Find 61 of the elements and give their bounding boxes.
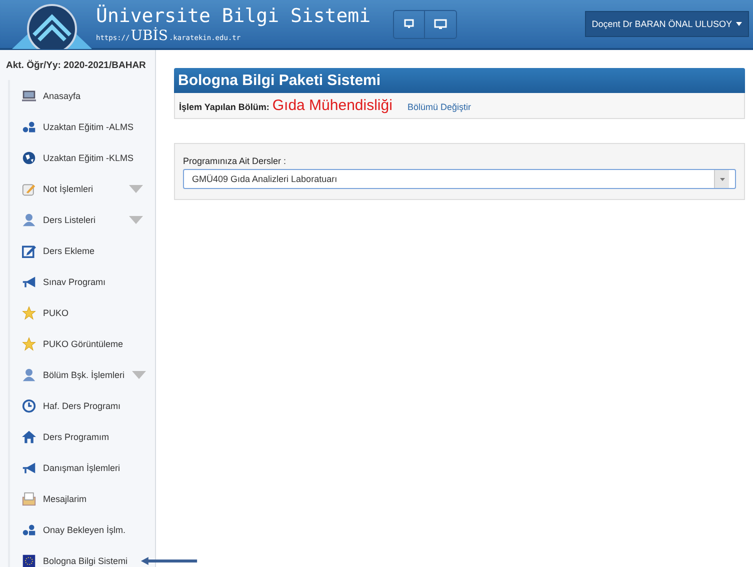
sidebar-item[interactable]: Ders Ekleme <box>8 235 155 266</box>
sidebar-item[interactable]: Ders Programım <box>8 421 155 452</box>
sidebar-item[interactable]: Haf. Ders Programı <box>8 390 155 421</box>
sidebar-item-label: Anasayfa <box>43 90 81 100</box>
sidebar-item[interactable]: Mesajlarim <box>8 483 155 514</box>
pencil-icon <box>22 182 36 196</box>
department-name: Gıda Mühendisliği <box>272 97 392 114</box>
course-select[interactable]: GMÜ409 Gıda Analizleri Laboratuarı <box>183 169 736 189</box>
sidebar-item[interactable]: PUKO <box>8 297 155 328</box>
user-icon <box>22 212 36 226</box>
computer-icon <box>22 88 36 102</box>
dropdown-caret-icon <box>720 178 724 180</box>
sidebar-item-label: Not İşlemleri <box>43 184 94 194</box>
star-icon <box>22 306 36 320</box>
megaphone-icon <box>22 274 36 288</box>
user-icon <box>22 368 36 382</box>
sidebar-item-label: Ders Listeleri <box>43 214 96 224</box>
megaphone-icon <box>22 460 36 474</box>
sidebar-item-label: Sınav Programı <box>43 276 106 286</box>
sidebar-item-label: Ders Programım <box>43 432 110 442</box>
star-icon <box>22 336 36 350</box>
system-title: Üniversite Bilgi Sistemi <box>96 4 371 27</box>
sidebar-item-label: Bologna Bilgi Sistemi <box>43 556 128 566</box>
people-icon <box>22 120 36 134</box>
sidebar-item[interactable]: Sınav Programı <box>8 266 155 297</box>
panel-title: Bologna Bilgi Paketi Sistemi <box>174 68 745 93</box>
academic-term: Akt. Öğr/Yy: 2020-2021/BAHAR <box>5 60 147 73</box>
sidebar-item[interactable]: Onay Bekleyen İşlm. <box>8 514 155 545</box>
edit-icon <box>22 244 36 258</box>
sidebar-item-label: Bölüm Bşk. İşlemleri <box>43 370 125 380</box>
home-icon <box>22 430 36 444</box>
sidebar-item[interactable]: Uzaktan Eğitim -KLMS <box>8 142 155 173</box>
caret-icon <box>736 22 742 26</box>
sidebar-item[interactable]: Ders Listeleri <box>8 204 155 235</box>
course-label: Programınıza Ait Dersler : <box>183 156 288 166</box>
monitor-icon <box>434 18 447 30</box>
sidebar-item-label: Onay Bekleyen İşlm. <box>43 524 126 534</box>
sidebar-item-label: Danışman İşlemleri <box>43 462 120 472</box>
sidebar-item-label: PUKO <box>43 308 69 318</box>
change-department-link[interactable]: Bölümü Değiştir <box>407 102 471 112</box>
sidebar-item-label: Uzaktan Eğitim -ALMS <box>43 122 134 132</box>
sidebar-item-label: Mesajlarim <box>43 494 87 504</box>
sidebar-item-label: Ders Ekleme <box>43 246 95 256</box>
flag-icon <box>22 554 36 567</box>
sidebar-item-label: Uzaktan Eğitim -KLMS <box>43 152 134 162</box>
sidebar-item[interactable]: Bölüm Bşk. İşlemleri <box>8 359 155 390</box>
envelope-icon <box>22 492 36 506</box>
pointer-arrow <box>140 556 198 566</box>
globe-icon <box>22 150 36 164</box>
monitor-icon <box>404 19 414 29</box>
people-icon <box>22 522 36 536</box>
sidebar-item[interactable]: Danışman İşlemleri <box>8 452 155 483</box>
sidebar-item-label: Haf. Ders Programı <box>43 400 121 410</box>
department-label: İşlem Yapılan Bölüm: <box>179 102 270 112</box>
sidebar-item[interactable]: Not İşlemleri <box>8 173 155 204</box>
clock-icon <box>22 398 36 412</box>
sidebar-item[interactable]: Anasayfa <box>8 80 155 111</box>
user-menu-button[interactable]: Doçent Dr BARAN ÖNAL ULUSOY <box>584 11 749 37</box>
sidebar-item-label: PUKO Görüntüleme <box>43 338 124 348</box>
sidebar-item[interactable]: PUKO Görüntüleme <box>8 328 155 359</box>
sidebar-item[interactable]: Uzaktan Eğitim -ALMS <box>8 111 155 142</box>
